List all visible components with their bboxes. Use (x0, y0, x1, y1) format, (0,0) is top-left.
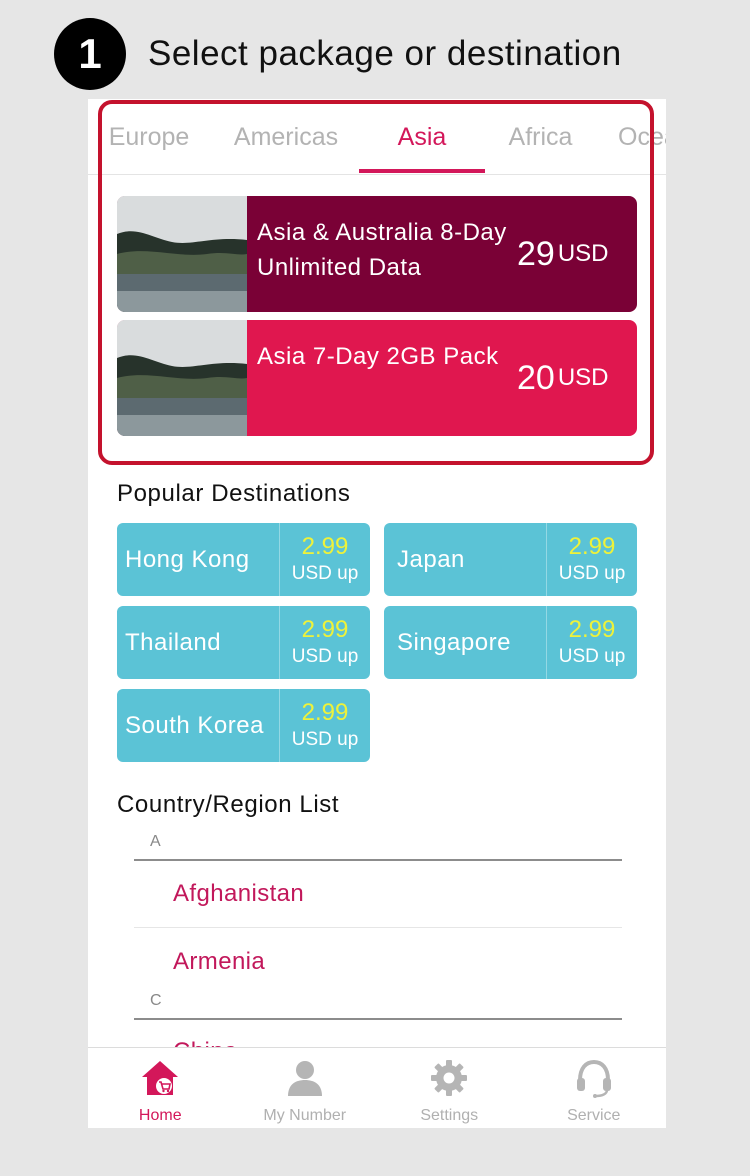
destination-price-unit: USD up (291, 645, 359, 667)
destination-name: Thailand (125, 628, 222, 656)
package-card[interactable]: Asia & Australia 8-Day Unlimited Data 29… (117, 196, 637, 312)
package-price: 29 USD (517, 196, 637, 312)
destination-price-unit: USD up (291, 728, 359, 750)
destination-price: 2.99 USD up (546, 606, 637, 679)
destination-price-unit: USD up (558, 562, 626, 584)
destination-thailand[interactable]: Thailand 2.99 USD up (117, 606, 370, 679)
package-price-currency: USD (557, 364, 609, 391)
country-list-title: Country/Region List (117, 791, 340, 818)
destination-price-value: 2.99 (301, 615, 349, 643)
tab-europe[interactable]: Europe (106, 123, 192, 174)
landscape-image (117, 196, 247, 312)
person-icon (285, 1058, 325, 1098)
home-cart-icon (140, 1058, 180, 1098)
destination-price-value: 2.99 (568, 532, 616, 560)
tab-americas[interactable]: Americas (218, 123, 354, 174)
destination-japan[interactable]: Japan 2.99 USD up (384, 523, 637, 596)
package-price: 20 USD (517, 320, 637, 436)
nav-service[interactable]: Service (522, 1048, 667, 1128)
destination-price-value: 2.99 (301, 698, 349, 726)
gear-icon (429, 1058, 469, 1098)
headset-icon (574, 1058, 614, 1098)
package-price-value: 20 (517, 358, 555, 397)
landscape-image (117, 320, 247, 436)
package-price-currency: USD (557, 240, 609, 267)
nav-label: Settings (420, 1107, 479, 1124)
destination-price-value: 2.99 (301, 532, 349, 560)
country-item-armenia[interactable]: Armenia (134, 928, 622, 995)
nav-settings[interactable]: Settings (377, 1048, 522, 1128)
nav-label: Home (138, 1107, 182, 1124)
step-number-badge: 1 (54, 18, 126, 90)
tab-oceania[interactable]: Oceania (618, 123, 666, 174)
destination-south-korea[interactable]: South Korea 2.99 USD up (117, 689, 370, 762)
destination-price: 2.99 USD up (279, 523, 370, 596)
destination-price: 2.99 USD up (546, 523, 637, 596)
destination-name: Japan (397, 545, 465, 573)
country-item-china[interactable]: China (134, 1020, 622, 1050)
letter-header-c: C (134, 992, 622, 1020)
destination-price-unit: USD up (291, 562, 359, 584)
nav-label: Service (567, 1107, 621, 1124)
active-tab-indicator (359, 169, 485, 173)
destination-price: 2.99 USD up (279, 606, 370, 679)
tab-africa[interactable]: Africa (493, 123, 588, 174)
step-title: Select package or destination (148, 34, 622, 73)
destination-price-value: 2.99 (568, 615, 616, 643)
destination-name: Singapore (397, 628, 511, 656)
country-item-afghanistan[interactable]: Afghanistan (134, 861, 622, 928)
destination-name: Hong Kong (125, 545, 250, 573)
bottom-navigation: Home My Number Settings Service (88, 1047, 666, 1128)
package-price-value: 29 (517, 234, 555, 273)
destination-name: South Korea (125, 711, 264, 739)
package-card[interactable]: Asia 7-Day 2GB Pack 20 USD (117, 320, 637, 436)
popular-destinations-title: Popular Destinations (117, 480, 351, 507)
nav-my-number[interactable]: My Number (233, 1048, 378, 1128)
destination-singapore[interactable]: Singapore 2.99 USD up (384, 606, 637, 679)
letter-header-a: A (134, 833, 622, 861)
destination-price: 2.99 USD up (279, 689, 370, 762)
tab-asia[interactable]: Asia (359, 123, 485, 174)
package-title: Asia 7-Day 2GB Pack (257, 343, 499, 370)
destination-price-unit: USD up (558, 645, 626, 667)
nav-label: My Number (263, 1107, 347, 1124)
region-tabs: Europe Americas Asia Africa Oceania (88, 99, 666, 175)
nav-home[interactable]: Home (88, 1048, 233, 1128)
package-title: Asia & Australia 8-Day Unlimited Data (257, 219, 507, 281)
step-header: 1 Select package or destination (54, 18, 622, 90)
destination-hong-kong[interactable]: Hong Kong 2.99 USD up (117, 523, 370, 596)
phone-screen: Europe Americas Asia Africa Oceania Asia… (88, 99, 666, 1128)
